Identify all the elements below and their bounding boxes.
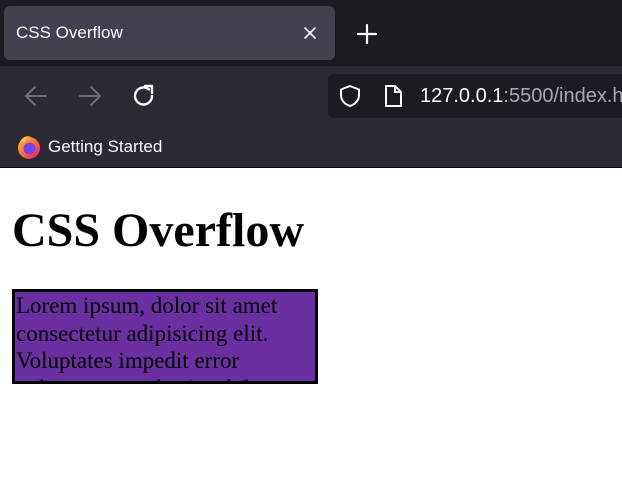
- overflow-box: Lorem ipsum, dolor sit amet consectetur …: [12, 289, 318, 384]
- page-icon[interactable]: [382, 84, 404, 108]
- tab-css-overflow[interactable]: CSS Overflow: [4, 6, 335, 60]
- plus-icon[interactable]: [356, 23, 378, 45]
- url-path: :5500/index.h: [503, 85, 622, 107]
- navigation-toolbar: 127.0.0.1:5500/index.h: [0, 66, 622, 126]
- close-icon[interactable]: [300, 23, 320, 43]
- shield-icon[interactable]: [338, 84, 362, 108]
- back-arrow-icon[interactable]: [22, 82, 50, 110]
- overflow-box-text: Lorem ipsum, dolor sit amet consectetur …: [16, 293, 279, 381]
- url-bar[interactable]: 127.0.0.1:5500/index.h: [328, 74, 622, 118]
- tab-strip: CSS Overflow: [0, 0, 622, 66]
- tab-title: CSS Overflow: [16, 23, 123, 42]
- url-text[interactable]: 127.0.0.1:5500/index.h: [420, 74, 622, 118]
- page-title: CSS Overflow: [12, 204, 304, 257]
- bookmarks-toolbar: Getting Started: [0, 126, 622, 168]
- forward-arrow-icon[interactable]: [76, 82, 104, 110]
- firefox-icon: [18, 136, 40, 159]
- page-viewport: CSS Overflow Lorem ipsum, dolor sit amet…: [0, 169, 622, 501]
- reload-icon[interactable]: [130, 82, 158, 110]
- bookmark-getting-started[interactable]: Getting Started: [48, 126, 162, 168]
- url-host: 127.0.0.1: [420, 85, 504, 107]
